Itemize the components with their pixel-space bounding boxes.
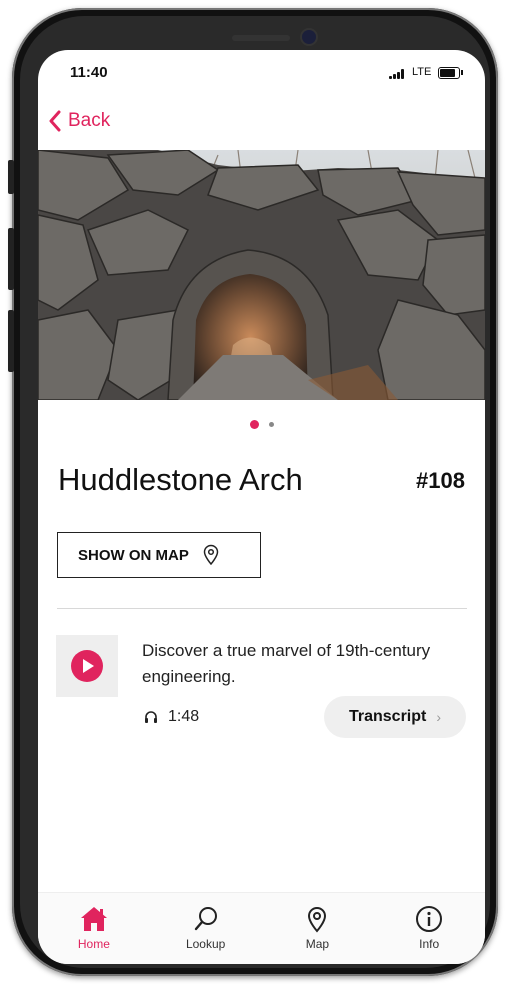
home-icon xyxy=(80,907,107,931)
back-button[interactable]: Back xyxy=(48,110,110,132)
volume-up-button xyxy=(8,228,14,290)
battery-icon xyxy=(438,67,460,79)
mute-switch xyxy=(8,160,14,194)
show-on-map-label: SHOW ON MAP xyxy=(78,546,189,564)
status-time: 11:40 xyxy=(70,64,108,81)
pager-dot[interactable] xyxy=(268,422,274,427)
search-icon xyxy=(194,907,217,931)
chevron-right-icon: › xyxy=(436,709,442,725)
tab-label: Map xyxy=(305,937,330,951)
signal-icon xyxy=(389,69,407,79)
tab-label: Lookup xyxy=(185,937,226,951)
stop-number: #108 xyxy=(416,468,465,493)
map-pin-icon xyxy=(203,544,219,566)
status-bar: 11:40 LTE xyxy=(38,50,485,94)
tab-lookup[interactable]: Lookup xyxy=(150,893,262,964)
stop-title: Huddlestone Arch xyxy=(58,462,303,497)
back-label: Back xyxy=(68,110,111,131)
tab-map[interactable]: Map xyxy=(262,893,374,964)
headphones-icon xyxy=(145,711,157,723)
hero-image[interactable] xyxy=(38,150,485,400)
pager-dot-active[interactable] xyxy=(249,420,259,429)
play-button[interactable] xyxy=(56,635,118,697)
front-camera xyxy=(302,30,316,44)
app-screen: 11:40 LTE Back Huddlestone Arch #108 SHO… xyxy=(38,50,485,964)
duration-text: 1:48 xyxy=(168,708,200,725)
tab-label: Home xyxy=(77,937,110,951)
image-pager[interactable] xyxy=(38,420,485,429)
tab-home[interactable]: Home xyxy=(38,893,150,964)
transcript-label: Transcript xyxy=(348,708,427,725)
audio-description: Discover a true marvel of 19th-century e… xyxy=(142,641,431,686)
info-icon xyxy=(416,906,443,932)
arch-photo xyxy=(38,150,485,400)
audio-duration: 1:48 xyxy=(144,708,199,726)
map-pin-icon xyxy=(308,907,327,933)
show-on-map-button[interactable]: SHOW ON MAP xyxy=(57,532,261,578)
chevron-left-icon xyxy=(49,110,61,132)
tab-label: Info xyxy=(419,937,440,951)
volume-down-button xyxy=(8,310,14,372)
tab-info[interactable]: Info xyxy=(373,893,485,964)
speaker-grille xyxy=(232,35,290,41)
tab-bar: Home Lookup Map Info xyxy=(38,892,485,964)
network-type: LTE xyxy=(412,66,432,78)
divider xyxy=(57,608,467,609)
transcript-button[interactable]: Transcript › xyxy=(324,696,466,738)
play-icon xyxy=(71,650,103,682)
